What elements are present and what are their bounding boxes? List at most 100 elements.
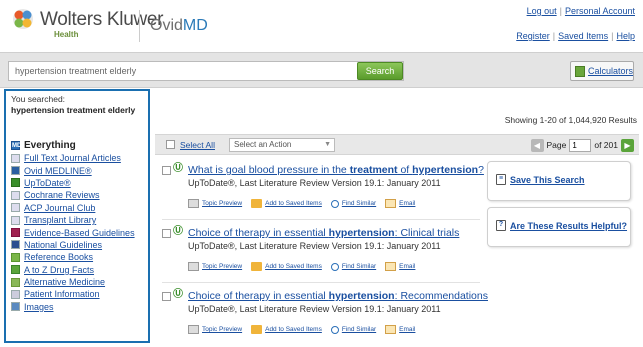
previous-page-button[interactable]: ◀: [530, 138, 544, 152]
save-search-box: ≡ Save This Search: [487, 161, 631, 201]
uptodate-icon: [11, 178, 20, 188]
facet-item[interactable]: A to Z Drug Facts: [11, 264, 143, 276]
find-similar-button[interactable]: Find Similar: [330, 325, 376, 334]
result-checkbox[interactable]: [162, 292, 171, 301]
brand-name: Wolters Kluwer: [40, 9, 164, 30]
topic-preview-button[interactable]: Topic Preview: [188, 262, 242, 271]
results-toolbar: Select All Select an Action ▼ ◀ Page of …: [155, 134, 639, 155]
calculators-label: Calculators: [588, 66, 634, 76]
facet-item[interactable]: Alternative Medicine: [11, 276, 143, 288]
save-search-link[interactable]: Save This Search: [510, 175, 585, 185]
results-helpful-link[interactable]: Are These Results Helpful?: [510, 221, 627, 231]
register-link[interactable]: Register: [516, 31, 550, 41]
search-icon: [330, 262, 339, 271]
facet-item[interactable]: ACP Journal Club: [11, 202, 143, 214]
find-similar-button[interactable]: Find Similar: [330, 262, 376, 271]
result-title-link[interactable]: Choice of therapy in essential hypertens…: [188, 290, 488, 302]
page-number-input[interactable]: [569, 138, 592, 152]
wolters-kluwer-logo-icon: [13, 9, 33, 29]
add-to-saved-button[interactable]: Add to Saved Items: [251, 199, 322, 208]
folder-icon: [251, 199, 263, 208]
email-icon: [385, 325, 397, 334]
search-icon: [330, 325, 339, 334]
patient-icon: [11, 289, 20, 299]
drug-facts-icon: [11, 265, 20, 275]
result-actions: Topic Preview Add to Saved Items Find Si…: [188, 262, 415, 271]
facet-list: Full Text Journal Articles Ovid MEDLINE®…: [11, 152, 143, 313]
chevron-down-icon: ▼: [324, 141, 331, 148]
search-icon: [330, 199, 339, 208]
header: Wolters Kluwer Health OvidMD Log out | Per…: [0, 0, 643, 52]
saved-items-link[interactable]: Saved Items: [558, 31, 608, 41]
find-similar-button[interactable]: Find Similar: [330, 199, 376, 208]
document-icon: [11, 190, 20, 200]
calculator-icon: [575, 66, 585, 77]
calculators-button[interactable]: Calculators: [570, 61, 634, 81]
document-icon: [11, 215, 20, 225]
brand-subtitle: Health: [54, 30, 79, 39]
folder-icon: [251, 325, 263, 334]
help-link[interactable]: Help: [616, 31, 635, 41]
facet-item[interactable]: National Guidelines: [11, 239, 143, 251]
topic-preview-button[interactable]: Topic Preview: [188, 325, 242, 334]
product-name: OvidMD: [150, 17, 208, 34]
guidelines-icon: [11, 228, 20, 238]
result-item: Ⓤ What is goal blood pressure in the tre…: [162, 164, 484, 220]
email-button[interactable]: Email: [385, 325, 415, 334]
utility-links: Register | Saved Items | Help: [516, 31, 635, 41]
medline-icon: [11, 166, 20, 176]
email-button[interactable]: Email: [385, 199, 415, 208]
logout-link[interactable]: Log out: [527, 6, 557, 16]
result-title-link[interactable]: Choice of therapy in essential hypertens…: [188, 227, 459, 239]
search-bar: Search Calculators: [0, 52, 643, 88]
facet-item[interactable]: Reference Books: [11, 251, 143, 263]
personal-account-link[interactable]: Personal Account: [565, 6, 635, 16]
result-actions: Topic Preview Add to Saved Items Find Si…: [188, 325, 415, 334]
facet-item[interactable]: Evidence-Based Guidelines: [11, 226, 143, 238]
document-icon: [11, 203, 20, 213]
document-icon: [11, 153, 20, 163]
result-checkbox[interactable]: [162, 229, 171, 238]
folder-icon: [251, 262, 263, 271]
result-item: Ⓤ Choice of therapy in essential hyperte…: [162, 227, 480, 283]
result-checkbox[interactable]: [162, 166, 171, 175]
everything-icon: MD: [11, 141, 22, 150]
preview-icon: [188, 325, 199, 334]
select-all-checkbox[interactable]: [166, 140, 175, 149]
image-icon: [11, 302, 20, 312]
select-all-link[interactable]: Select All: [180, 140, 215, 150]
facet-item[interactable]: UpToDate®: [11, 177, 143, 189]
result-title-link[interactable]: What is goal blood pressure in the treat…: [188, 164, 484, 176]
facet-item[interactable]: Full Text Journal Articles: [11, 152, 143, 164]
search-input[interactable]: [8, 61, 404, 81]
search-facets-sidebar: You searched: hypertension treatment eld…: [4, 89, 150, 343]
facet-item[interactable]: Transplant Library: [11, 214, 143, 226]
search-button[interactable]: Search: [357, 62, 403, 80]
email-icon: [385, 262, 397, 271]
action-select[interactable]: Select an Action ▼: [229, 138, 335, 152]
national-guidelines-icon: [11, 240, 20, 250]
facet-item[interactable]: Images: [11, 301, 143, 313]
facet-item[interactable]: Ovid MEDLINE®: [11, 164, 143, 176]
email-button[interactable]: Email: [385, 262, 415, 271]
facet-item[interactable]: Patient Information: [11, 288, 143, 300]
preview-icon: [188, 262, 199, 271]
add-to-saved-button[interactable]: Add to Saved Items: [251, 262, 322, 271]
save-document-icon: ≡: [496, 174, 506, 185]
question-icon: ?: [496, 220, 506, 231]
topic-preview-button[interactable]: Topic Preview: [188, 199, 242, 208]
leaf-icon: [11, 277, 20, 287]
result-actions: Topic Preview Add to Saved Items Find Si…: [188, 199, 415, 208]
facet-everything[interactable]: MD Everything: [11, 140, 143, 151]
results-count: Showing 1-20 of 1,044,920 Results: [504, 115, 637, 125]
pager: ◀ Page of 201 ▶: [530, 138, 634, 152]
facet-item[interactable]: Cochrane Reviews: [11, 189, 143, 201]
add-to-saved-button[interactable]: Add to Saved Items: [251, 325, 322, 334]
result-meta: UpToDate®, Last Literature Review Versio…: [188, 304, 441, 314]
helpful-feedback-box: ? Are These Results Helpful?: [487, 207, 631, 247]
you-searched-label: You searched:: [11, 94, 66, 104]
next-page-button[interactable]: ▶: [621, 138, 634, 152]
uptodate-icon: Ⓤ: [173, 226, 183, 237]
book-icon: [11, 252, 20, 262]
page-label: Page: [546, 140, 567, 150]
